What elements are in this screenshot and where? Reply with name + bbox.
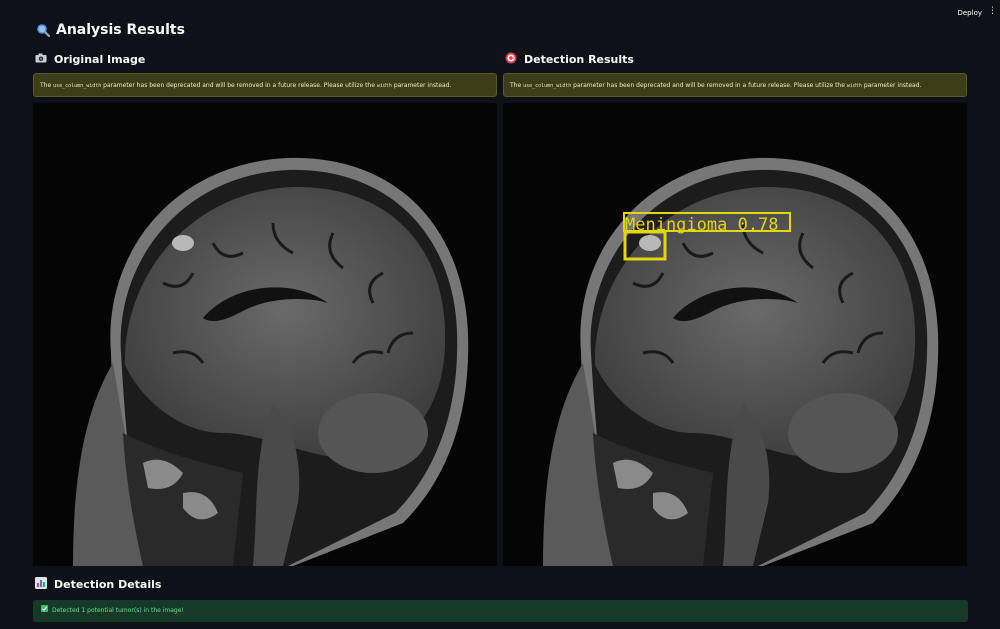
deprecation-warning: The use_column_width parameter has been … bbox=[33, 73, 497, 97]
warning-text: parameter instead. bbox=[861, 82, 922, 89]
kebab-menu-icon[interactable]: ⋮ bbox=[988, 6, 997, 16]
warning-code: width bbox=[846, 83, 862, 89]
success-text: Detected 1 potential tumor(s) in the ima… bbox=[52, 607, 184, 614]
detection-details-heading: Detection Details bbox=[35, 577, 161, 591]
success-alert: Detected 1 potential tumor(s) in the ima… bbox=[33, 600, 968, 622]
detection-results-heading: Detection Results bbox=[503, 50, 967, 68]
deprecation-warning: The use_column_width parameter has been … bbox=[503, 73, 967, 97]
magnifier-icon bbox=[36, 23, 51, 38]
warning-text: parameter has been deprecated and will b… bbox=[101, 82, 377, 89]
original-image-title: Original Image bbox=[54, 52, 146, 66]
warning-text: The bbox=[40, 82, 54, 89]
original-mri-image bbox=[33, 103, 497, 566]
detection-results-column: Detection Results The use_column_width p… bbox=[503, 50, 967, 566]
original-image-column: Original Image The use_column_width para… bbox=[33, 50, 497, 566]
page-title-text: Analysis Results bbox=[56, 22, 185, 38]
detection-results-title: Detection Results bbox=[524, 52, 634, 66]
target-icon bbox=[505, 52, 519, 66]
warning-text: parameter instead. bbox=[391, 82, 452, 89]
warning-code: width bbox=[376, 83, 392, 89]
original-image-heading: Original Image bbox=[33, 50, 497, 68]
detection-mri-image: Meningioma 0.78 bbox=[503, 103, 967, 566]
check-icon bbox=[41, 600, 48, 622]
warning-text: The bbox=[510, 82, 524, 89]
bar-chart-icon bbox=[35, 577, 49, 591]
camera-icon bbox=[35, 52, 49, 66]
warning-code: use_column_width bbox=[523, 83, 572, 89]
warning-code: use_column_width bbox=[53, 83, 102, 89]
deploy-button[interactable]: Deploy bbox=[957, 9, 982, 17]
detection-details-title: Detection Details bbox=[54, 577, 162, 591]
warning-text: parameter has been deprecated and will b… bbox=[571, 82, 847, 89]
page-title: Analysis Results bbox=[36, 22, 185, 38]
